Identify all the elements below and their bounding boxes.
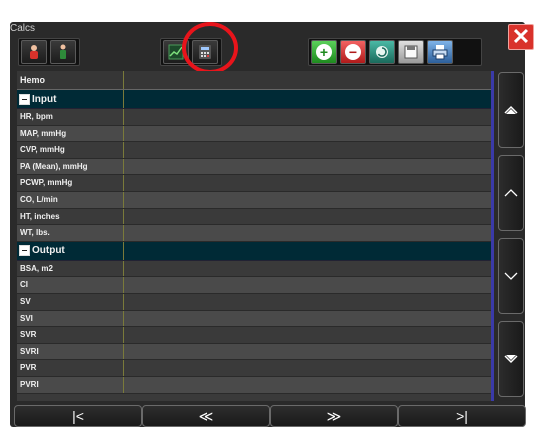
chart-icon[interactable] bbox=[163, 40, 189, 64]
add-icon: + bbox=[316, 44, 332, 60]
table-row[interactable]: SVR bbox=[17, 327, 491, 344]
reset-button[interactable] bbox=[369, 40, 395, 64]
row-label: WT, lbs. bbox=[17, 225, 124, 241]
row-label: CI bbox=[17, 277, 124, 293]
scroll-down-button[interactable] bbox=[498, 238, 524, 314]
table-row[interactable]: HT, inches bbox=[17, 208, 491, 226]
calcs-table: Hemo Input HR, bpm MAP, mmHg CVP, mmHg P… bbox=[17, 71, 494, 401]
row-label: SV bbox=[17, 293, 124, 310]
section-output[interactable]: Output bbox=[17, 241, 491, 261]
row-value[interactable] bbox=[124, 192, 491, 208]
row-value[interactable] bbox=[124, 225, 491, 241]
close-button[interactable]: ✕ bbox=[508, 24, 534, 50]
row-value[interactable] bbox=[124, 142, 491, 158]
row-label: MAP, mmHg bbox=[17, 125, 124, 142]
section-input[interactable]: Input bbox=[17, 90, 491, 109]
page-down-icon bbox=[504, 355, 518, 364]
pager: |< ≪ ≫ >| bbox=[14, 405, 526, 427]
table-row[interactable]: SV bbox=[17, 293, 491, 311]
row-label: CO, L/min bbox=[17, 191, 124, 208]
row-value bbox=[124, 311, 491, 327]
row-value[interactable] bbox=[124, 209, 491, 225]
save-icon bbox=[404, 45, 418, 59]
toolbar: + − bbox=[12, 38, 502, 66]
row-value bbox=[124, 294, 491, 310]
table-row[interactable]: WT, lbs. bbox=[17, 225, 491, 242]
row-value bbox=[124, 261, 491, 277]
row-label: SVRI bbox=[17, 343, 124, 360]
row-label: PVR bbox=[17, 360, 124, 376]
add-button[interactable]: + bbox=[311, 40, 337, 64]
table-row[interactable]: BSA, m2 bbox=[17, 260, 491, 278]
table-row[interactable]: CO, L/min bbox=[17, 191, 491, 209]
scroll-up-icon bbox=[504, 189, 518, 197]
person-standing-icon[interactable] bbox=[50, 40, 76, 64]
scroll-down-icon bbox=[504, 272, 518, 280]
section-input-label: Input bbox=[32, 93, 57, 105]
table-row[interactable]: SVRI bbox=[17, 343, 491, 361]
print-icon bbox=[432, 45, 448, 60]
table-row[interactable]: PA (Mean), mmHg bbox=[17, 158, 491, 176]
table-header-row: Hemo bbox=[17, 71, 491, 90]
remove-button[interactable]: − bbox=[340, 40, 366, 64]
reset-icon bbox=[376, 46, 388, 58]
prev-page-button[interactable]: ≪ bbox=[142, 405, 270, 427]
table-row[interactable]: PCWP, mmHg bbox=[17, 175, 491, 192]
row-label: SVI bbox=[17, 310, 124, 327]
calculator-icon[interactable] bbox=[192, 40, 218, 64]
table-row[interactable]: PVR bbox=[17, 360, 491, 377]
row-label: PA (Mean), mmHg bbox=[17, 158, 124, 175]
table-row[interactable]: SVI bbox=[17, 310, 491, 328]
page-up-icon bbox=[504, 105, 518, 114]
scroll-up-button[interactable] bbox=[498, 155, 524, 231]
table-row[interactable]: HR, bpm bbox=[17, 109, 491, 126]
row-value bbox=[124, 360, 491, 376]
patient-icon[interactable] bbox=[21, 40, 47, 64]
row-value[interactable] bbox=[124, 159, 491, 175]
table-row[interactable]: PVRI bbox=[17, 376, 491, 394]
last-page-button[interactable]: >| bbox=[398, 405, 526, 427]
toolbar-group-view bbox=[160, 38, 222, 66]
row-label: SVR bbox=[17, 327, 124, 343]
print-button[interactable] bbox=[427, 40, 453, 64]
row-value[interactable] bbox=[124, 109, 491, 125]
vertical-scrollbar bbox=[498, 72, 524, 402]
page-down-button[interactable] bbox=[498, 321, 524, 397]
row-label: PCWP, mmHg bbox=[17, 175, 124, 191]
table-header-label: Hemo bbox=[17, 71, 124, 89]
save-button[interactable] bbox=[398, 40, 424, 64]
row-value bbox=[124, 344, 491, 360]
remove-icon: − bbox=[345, 44, 361, 60]
section-output-label: Output bbox=[32, 245, 65, 257]
row-value[interactable] bbox=[124, 175, 491, 191]
row-label: BSA, m2 bbox=[17, 260, 124, 277]
row-label: PVRI bbox=[17, 376, 124, 393]
table-row[interactable]: CI bbox=[17, 277, 491, 294]
row-label: HR, bpm bbox=[17, 109, 124, 125]
table-row[interactable]: MAP, mmHg bbox=[17, 125, 491, 143]
row-label: HT, inches bbox=[17, 208, 124, 225]
toolbar-group-patient bbox=[18, 38, 80, 66]
row-value bbox=[124, 277, 491, 293]
window-title: Calcs bbox=[10, 23, 36, 34]
row-value[interactable] bbox=[124, 126, 491, 142]
collapse-icon[interactable] bbox=[19, 93, 30, 105]
first-page-button[interactable]: |< bbox=[14, 405, 142, 427]
toolbar-group-actions: + − bbox=[308, 38, 482, 66]
table-row[interactable]: CVP, mmHg bbox=[17, 142, 491, 159]
page-up-button[interactable] bbox=[498, 72, 524, 148]
collapse-icon[interactable] bbox=[19, 245, 30, 257]
next-page-button[interactable]: ≫ bbox=[270, 405, 398, 427]
row-value bbox=[124, 327, 491, 343]
table-header-value bbox=[124, 71, 491, 89]
row-label: CVP, mmHg bbox=[17, 142, 124, 158]
row-value bbox=[124, 377, 491, 393]
